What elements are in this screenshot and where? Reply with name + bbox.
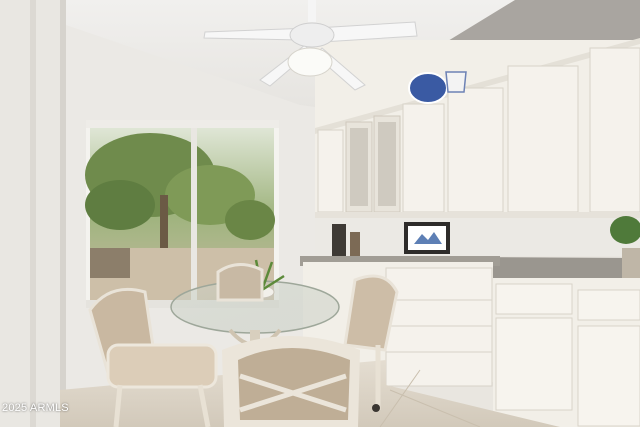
coffee-maker xyxy=(332,224,346,256)
copyright-watermark: 2025 ARMLS xyxy=(2,402,69,414)
upper-cabinets xyxy=(315,38,640,218)
canister xyxy=(350,232,360,256)
decorative-plate xyxy=(408,72,448,104)
decorative-pitcher xyxy=(445,71,467,93)
kitchen-photo xyxy=(0,0,640,427)
chair-front xyxy=(222,336,360,427)
chair-back-left xyxy=(216,263,264,302)
backsplash xyxy=(315,218,640,256)
